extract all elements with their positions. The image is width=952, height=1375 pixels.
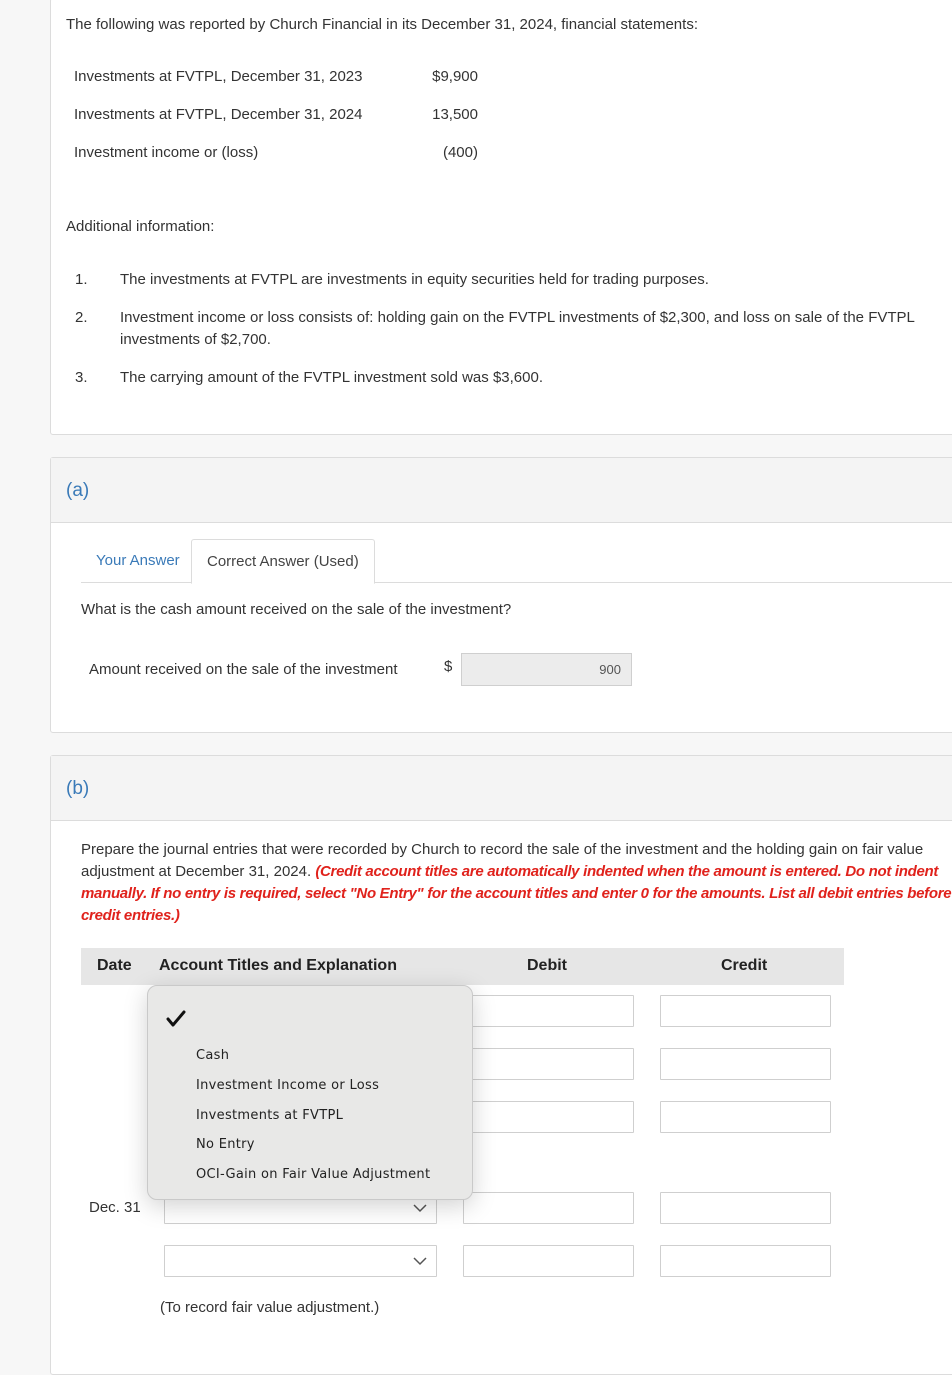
financial-value: (400): [442, 144, 478, 161]
credit-input[interactable]: [660, 1192, 831, 1224]
header-debit: Debit: [527, 957, 567, 974]
part-a-label: (a): [66, 480, 90, 501]
debit-input[interactable]: [463, 1192, 634, 1224]
intro-text: The following was reported by Church Fin…: [66, 16, 698, 33]
left-gutter: [0, 0, 50, 1344]
tab-correct-answer[interactable]: Correct Answer (Used): [191, 539, 375, 584]
financial-label: Investments at FVTPL, December 31, 2024: [74, 106, 363, 123]
row-date: Dec. 31: [89, 1199, 141, 1216]
credit-input[interactable]: [660, 1245, 831, 1277]
additional-info-heading: Additional information:: [66, 218, 215, 235]
financial-value: 13,500: [432, 106, 478, 123]
tab-your-answer[interactable]: Your Answer: [81, 539, 195, 583]
question-text: What is the cash amount received on the …: [81, 601, 512, 618]
dropdown-option-investments-fvtpl[interactable]: Investments at FVTPL: [196, 1108, 343, 1123]
dropdown-option-oci-gain[interactable]: OCI-Gain on Fair Value Adjustment: [196, 1167, 430, 1182]
journal-table-header: Date Account Titles and Explanation Debi…: [81, 948, 844, 985]
part-b-header: (b): [51, 756, 952, 821]
info-text: The investments at FVTPL are investments…: [120, 271, 709, 288]
answer-tabs: Your Answer Correct Answer (Used): [81, 539, 952, 584]
chevron-down-icon: [413, 1204, 427, 1213]
amount-label: Amount received on the sale of the inves…: [89, 661, 398, 678]
account-select[interactable]: [164, 1245, 437, 1277]
financial-value: $9,900: [432, 68, 478, 85]
journal-row: [81, 1245, 844, 1278]
dropdown-option-no-entry[interactable]: No Entry: [196, 1137, 255, 1152]
financial-label: Investments at FVTPL, December 31, 2023: [74, 68, 363, 85]
part-b-label: (b): [66, 778, 90, 799]
entry-explanation: (To record fair value adjustment.): [160, 1299, 380, 1316]
header-account: Account Titles and Explanation: [159, 957, 397, 974]
info-number: 2.: [75, 309, 88, 326]
credit-input[interactable]: [660, 995, 831, 1027]
debit-input[interactable]: [463, 995, 634, 1027]
currency-symbol: $: [444, 658, 453, 675]
part-a-panel: (a) Your Answer Correct Answer (Used) Wh…: [50, 457, 952, 733]
account-dropdown-menu[interactable]: Cash Investment Income or Loss Investmen…: [147, 985, 473, 1200]
part-a-header: (a): [51, 458, 952, 523]
debit-input[interactable]: [463, 1048, 634, 1080]
info-text: Investment income or loss consists of: h…: [120, 309, 915, 348]
credit-input[interactable]: [660, 1101, 831, 1133]
info-text: The carrying amount of the FVTPL investm…: [120, 369, 543, 386]
info-number: 1.: [75, 271, 88, 288]
header-credit: Credit: [721, 957, 768, 974]
header-date: Date: [97, 957, 132, 974]
chevron-down-icon: [413, 1257, 427, 1266]
dropdown-option-cash[interactable]: Cash: [196, 1048, 229, 1063]
instructions: Prepare the journal entries that were re…: [81, 839, 952, 927]
debit-input[interactable]: [463, 1245, 634, 1277]
amount-received-input[interactable]: 900: [461, 653, 632, 686]
financial-label: Investment income or (loss): [74, 144, 259, 161]
problem-statement-panel: The following was reported by Church Fin…: [50, 0, 952, 435]
credit-input[interactable]: [660, 1048, 831, 1080]
info-number: 3.: [75, 369, 88, 386]
dropdown-option-investment-income[interactable]: Investment Income or Loss: [196, 1078, 379, 1093]
debit-input[interactable]: [463, 1101, 634, 1133]
checkmark-icon: [166, 1010, 186, 1027]
